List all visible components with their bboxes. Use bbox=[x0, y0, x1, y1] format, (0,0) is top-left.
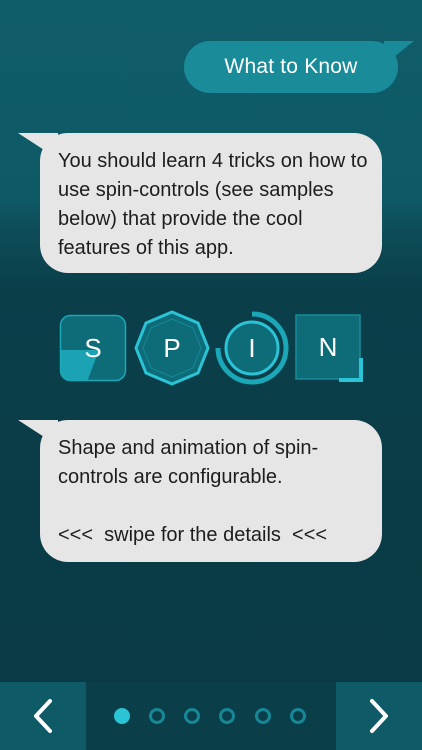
chevron-left-icon bbox=[34, 699, 52, 733]
spin-control-i[interactable]: I bbox=[214, 310, 290, 386]
header-bubble-tail bbox=[384, 41, 414, 65]
page-dot-1[interactable] bbox=[114, 708, 130, 724]
message-bubble-tail bbox=[18, 133, 58, 159]
spin-letter-i: I bbox=[248, 332, 256, 363]
message-bubble-tail bbox=[18, 420, 58, 446]
config-message-bubble: Shape and animation of spin-controls are… bbox=[18, 420, 382, 562]
intro-message-text: You should learn 4 tricks on how to use … bbox=[58, 150, 368, 259]
next-page-button[interactable] bbox=[336, 682, 422, 750]
config-message-text: Shape and animation of spin-controls are… bbox=[58, 437, 319, 488]
intro-message-bubble: You should learn 4 tricks on how to use … bbox=[18, 133, 382, 273]
spin-letter-p: P bbox=[163, 332, 181, 363]
page-indicator bbox=[86, 682, 336, 750]
page-dot-5[interactable] bbox=[255, 708, 271, 724]
page-dot-3[interactable] bbox=[184, 708, 200, 724]
spin-letter-s: S bbox=[84, 332, 102, 363]
header-title: What to Know bbox=[224, 55, 358, 78]
spin-control-p[interactable]: P bbox=[134, 310, 210, 386]
pager-footer bbox=[0, 682, 422, 750]
page-dot-2[interactable] bbox=[149, 708, 165, 724]
swipe-hint-text: <<< swipe for the details <<< bbox=[58, 524, 328, 546]
spin-control-s[interactable]: S bbox=[59, 314, 127, 382]
what-to-know-header: What to Know bbox=[184, 41, 414, 93]
spin-controls-row: S P I N bbox=[0, 305, 422, 393]
spin-control-n[interactable]: N bbox=[295, 314, 365, 384]
prev-page-button[interactable] bbox=[0, 682, 86, 750]
page-dot-6[interactable] bbox=[290, 708, 306, 724]
chevron-right-icon bbox=[370, 699, 388, 733]
page-dot-4[interactable] bbox=[219, 708, 235, 724]
spin-letter-n: N bbox=[318, 331, 338, 362]
